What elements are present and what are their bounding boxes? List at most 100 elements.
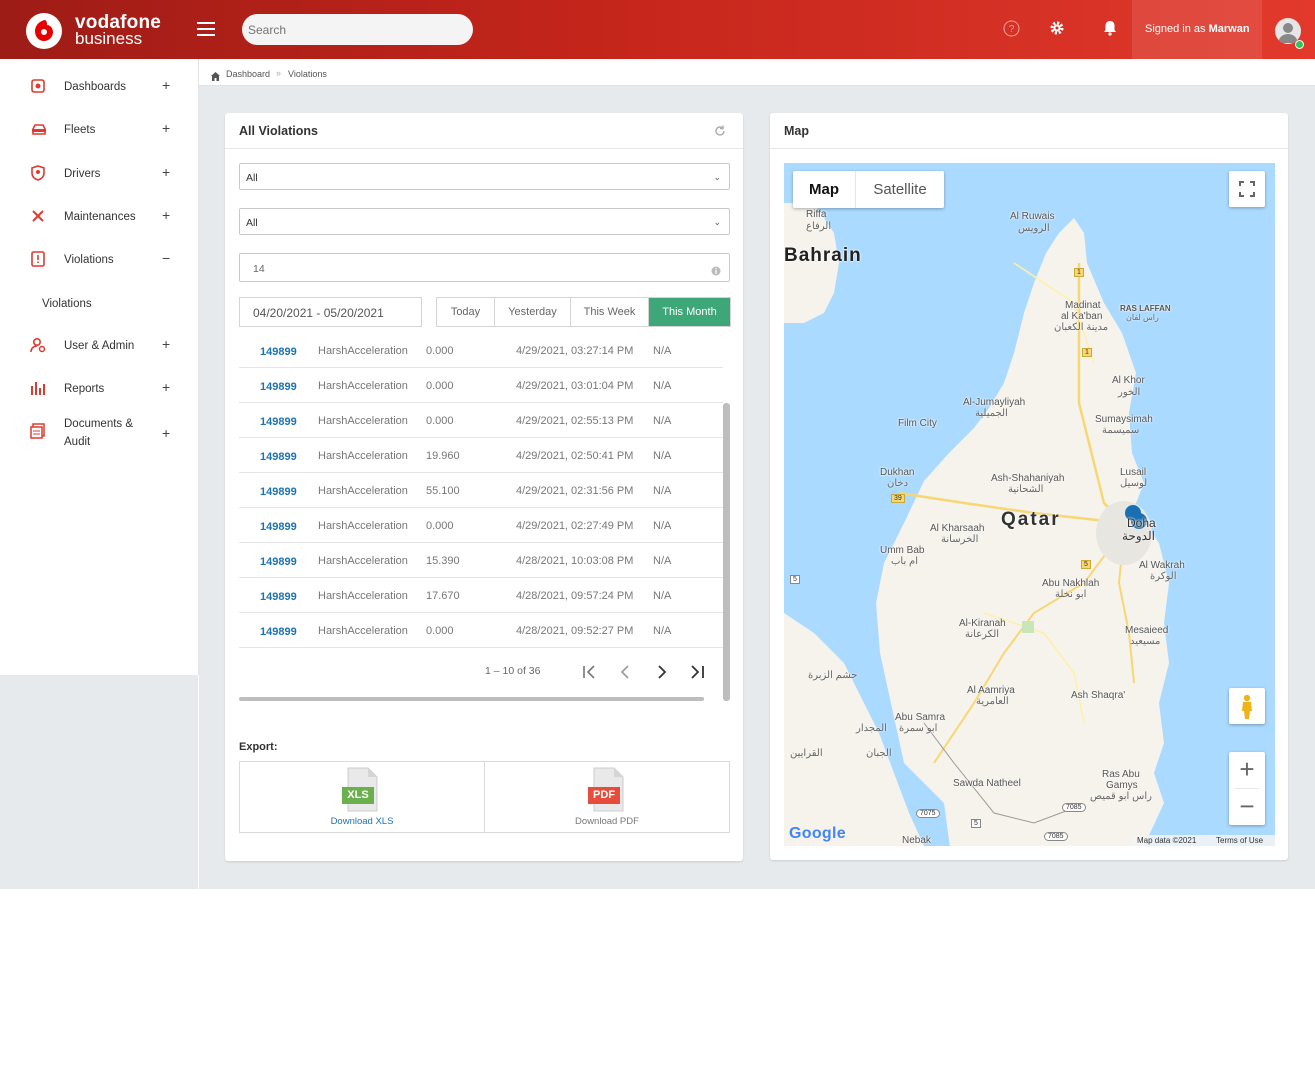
- sidebar-item-fleets[interactable]: Fleets +: [0, 111, 198, 151]
- home-icon[interactable]: [211, 68, 220, 86]
- range-yesterday-button[interactable]: Yesterday: [495, 298, 571, 326]
- expand-icon[interactable]: +: [162, 207, 170, 223]
- violation-type: HarshAcceleration: [318, 555, 408, 567]
- table-vertical-scrollbar[interactable]: [723, 403, 730, 701]
- range-this-month-button[interactable]: This Month: [649, 298, 730, 326]
- gear-icon[interactable]: [1049, 20, 1065, 41]
- first-page-icon[interactable]: [580, 663, 600, 683]
- pagination-range: 1 – 10 of 36: [485, 665, 541, 677]
- expand-icon[interactable]: +: [162, 336, 170, 352]
- map-type-satellite-button[interactable]: Satellite: [856, 171, 944, 208]
- sidebar-item-maintenances[interactable]: Maintenances +: [0, 198, 198, 238]
- violation-datetime: 4/28/2021, 09:57:24 PM: [516, 590, 634, 602]
- map-data-attribution: Map data ©2021: [1137, 836, 1197, 845]
- violation-datetime: 4/29/2021, 03:27:14 PM: [516, 345, 634, 357]
- violation-id-link[interactable]: 149899: [260, 381, 297, 393]
- sidebar-item-label: Drivers: [64, 168, 101, 180]
- driver-shield-icon: [30, 165, 48, 183]
- download-xls-button[interactable]: XLS Download XLS: [239, 761, 485, 833]
- violation-id-link[interactable]: 149899: [260, 486, 297, 498]
- table-row[interactable]: 149899 HarshAcceleration 0.000 4/29/2021…: [239, 367, 723, 403]
- table-row[interactable]: 149899 HarshAcceleration 0.000 4/29/2021…: [239, 402, 723, 438]
- street-view-pegman-icon[interactable]: [1229, 688, 1265, 724]
- expand-icon[interactable]: +: [162, 379, 170, 395]
- map-label: Abu Samra: [895, 712, 946, 723]
- zoom-out-button[interactable]: −: [1229, 789, 1265, 825]
- violation-location: N/A: [653, 380, 672, 392]
- violation-id-link[interactable]: 149899: [260, 591, 297, 603]
- map-canvas[interactable]: Bahrain Riffa الرفاع Al Ruwais الرويس Ma…: [784, 163, 1275, 846]
- expand-icon[interactable]: +: [162, 120, 170, 136]
- violation-location: N/A: [653, 345, 672, 357]
- chevron-down-icon: ⌄: [713, 217, 721, 227]
- violation-value: 0.000: [426, 415, 454, 427]
- violation-type: HarshAcceleration: [318, 520, 408, 532]
- table-row[interactable]: 149899 HarshAcceleration 55.100 4/29/202…: [239, 472, 723, 508]
- map-label: Gamys: [1106, 780, 1138, 791]
- panel-divider: [770, 148, 1288, 149]
- table-row[interactable]: 149899 HarshAcceleration 17.670 4/28/202…: [239, 577, 723, 613]
- sidebar-item-dashboards[interactable]: Dashboards +: [0, 68, 198, 108]
- sidebar-item-label-line2: Audit: [64, 436, 91, 448]
- expand-icon[interactable]: +: [162, 77, 170, 93]
- sidebar-item-violations[interactable]: Violations −: [0, 241, 198, 281]
- search-input[interactable]: [242, 14, 473, 45]
- table-row[interactable]: 149899 HarshAcceleration 15.390 4/28/202…: [239, 542, 723, 578]
- sidebar-subitem-violations[interactable]: Violations: [42, 298, 92, 310]
- table-horizontal-scrollbar[interactable]: [239, 697, 704, 701]
- zoom-in-button[interactable]: +: [1229, 752, 1265, 788]
- map-terms-link[interactable]: Terms of Use: [1216, 836, 1263, 845]
- bell-icon[interactable]: [1103, 20, 1117, 41]
- collapse-icon[interactable]: −: [162, 250, 170, 266]
- expand-icon[interactable]: +: [162, 164, 170, 180]
- table-row[interactable]: 149899 HarshAcceleration 0.000 4/29/2021…: [239, 332, 723, 368]
- previous-page-icon[interactable]: [617, 663, 637, 683]
- violation-datetime: 4/29/2021, 02:55:13 PM: [516, 415, 634, 427]
- sidebar-item-user-admin[interactable]: User & Admin +: [0, 327, 198, 367]
- refresh-icon[interactable]: [714, 124, 726, 142]
- map-label: Mesaieed: [1125, 625, 1169, 636]
- violation-id-link[interactable]: 149899: [260, 416, 297, 428]
- sidebar-item-drivers[interactable]: Drivers +: [0, 155, 198, 195]
- range-this-week-button[interactable]: This Week: [571, 298, 649, 326]
- violation-id-link[interactable]: 149899: [260, 346, 297, 358]
- last-page-icon[interactable]: [689, 663, 709, 683]
- menu-icon[interactable]: [197, 22, 215, 36]
- map-label: الخور: [1118, 387, 1141, 398]
- date-preset-group: Today Yesterday This Week This Month: [436, 297, 731, 327]
- download-pdf-button[interactable]: PDF Download PDF: [484, 761, 730, 833]
- vodafone-logo-icon[interactable]: [26, 13, 62, 49]
- violation-id-link[interactable]: 149899: [260, 556, 297, 568]
- sidebar-item-documents-audit[interactable]: Documents & Audit +: [0, 413, 198, 457]
- table-row[interactable]: 149899 HarshAcceleration 19.960 4/29/202…: [239, 437, 723, 473]
- sidebar-item-reports[interactable]: Reports +: [0, 370, 198, 410]
- violation-id-link[interactable]: 149899: [260, 626, 297, 638]
- breadcrumb-dashboard[interactable]: Dashboard: [226, 69, 270, 79]
- map-label: مسيعيد: [1130, 636, 1161, 647]
- map-label: Al Kharsaah: [930, 523, 985, 534]
- map-label: الكرعانة: [965, 629, 1000, 640]
- fullscreen-icon[interactable]: [1229, 171, 1265, 207]
- violation-id-link[interactable]: 149899: [260, 451, 297, 463]
- table-row[interactable]: 149899 HarshAcceleration 0.000 4/28/2021…: [239, 612, 723, 648]
- signed-in-label: Signed in as Marwan: [1145, 23, 1250, 35]
- sidebar: [0, 59, 199, 675]
- violation-id-link[interactable]: 149899: [260, 521, 297, 533]
- date-range-input[interactable]: 04/20/2021 - 05/20/2021: [239, 297, 422, 327]
- map-label: مدينة الكعبان: [1054, 322, 1109, 333]
- expand-icon[interactable]: +: [162, 425, 170, 441]
- filter-select-2[interactable]: All ⌄: [239, 208, 730, 235]
- map-type-map-button[interactable]: Map: [793, 171, 856, 208]
- map-label: Lusail: [1120, 467, 1147, 478]
- next-page-icon[interactable]: [653, 663, 673, 683]
- filter-input-3[interactable]: 14: [239, 253, 730, 282]
- help-icon[interactable]: ?: [1003, 20, 1020, 42]
- map-label: Al-Kiranah: [959, 618, 1006, 629]
- road-shield: 1: [1082, 348, 1092, 357]
- filter-select-1[interactable]: All ⌄: [239, 163, 730, 190]
- breadcrumb: [199, 59, 1315, 86]
- violation-datetime: 4/29/2021, 02:50:41 PM: [516, 450, 634, 462]
- range-today-button[interactable]: Today: [437, 298, 495, 326]
- table-row[interactable]: 149899 HarshAcceleration 0.000 4/29/2021…: [239, 507, 723, 543]
- road-shield: 5: [790, 575, 800, 584]
